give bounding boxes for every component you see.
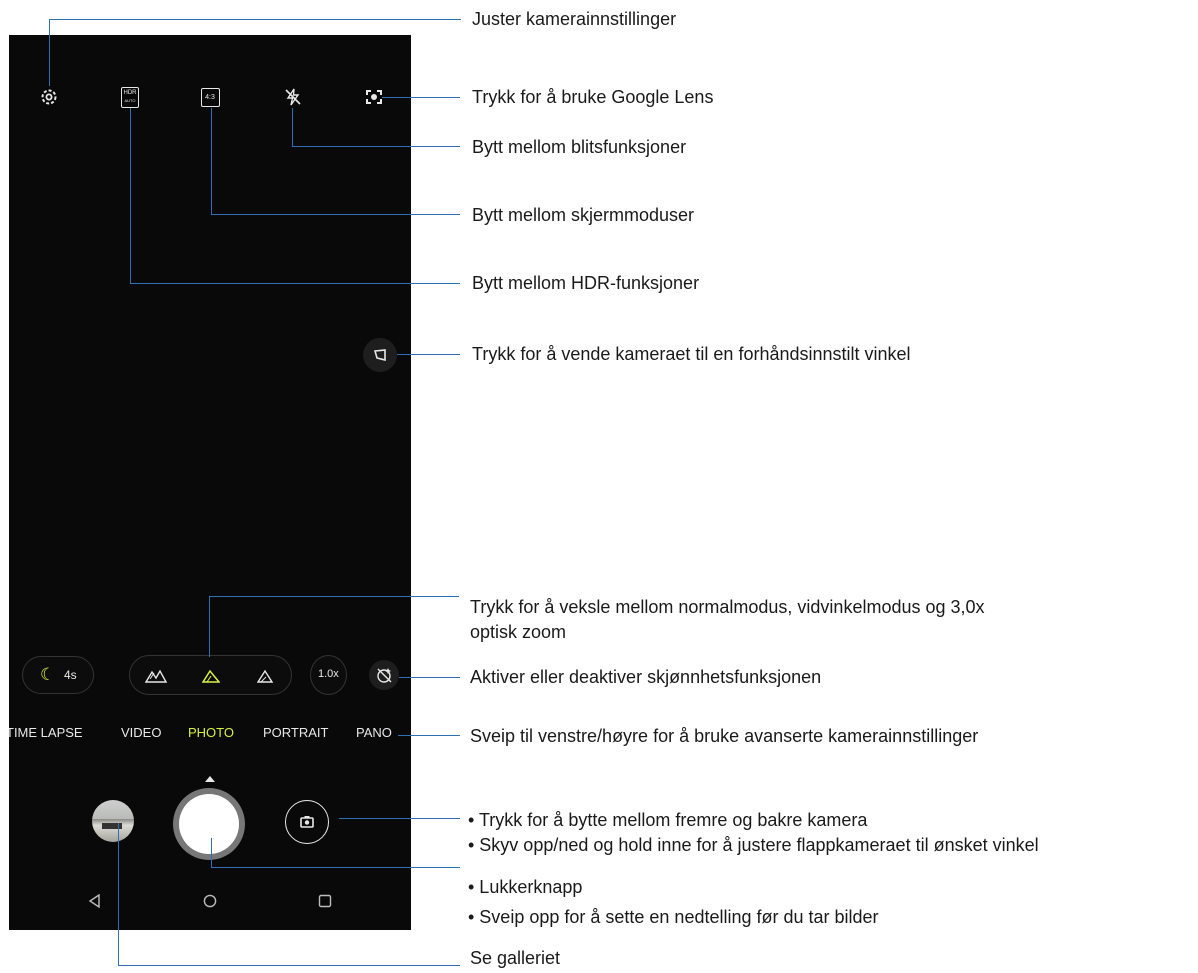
- flip-angle-button[interactable]: [363, 338, 397, 372]
- callout-line: [118, 965, 460, 966]
- ultrawide-icon[interactable]: [143, 666, 169, 686]
- shutter-button[interactable]: [173, 788, 245, 860]
- callout-line: [292, 108, 293, 147]
- flash-off-icon[interactable]: [281, 85, 305, 109]
- callout-line: [49, 19, 461, 20]
- moon-icon: ☾: [40, 665, 56, 684]
- flip-camera-icon: [373, 349, 386, 362]
- shutter-inner: [179, 794, 239, 854]
- callout-line: [292, 146, 460, 147]
- annotation-shutter-2: • Sveip opp for å sette en nedtelling fø…: [468, 907, 879, 927]
- callout-line: [211, 214, 460, 215]
- callout-line: [130, 108, 131, 283]
- mode-video[interactable]: VIDEO: [121, 725, 161, 740]
- recents-icon[interactable]: [315, 891, 335, 911]
- thumbnail-object-shape: [102, 823, 122, 829]
- annotation-flash: Bytt mellom blitsfunksjoner: [472, 137, 687, 157]
- callout-line: [211, 108, 212, 214]
- caret-up-icon[interactable]: [205, 776, 215, 782]
- mode-pano[interactable]: PANO: [356, 725, 392, 740]
- beauty-toggle-button[interactable]: [369, 660, 399, 690]
- aspect-ratio-icon[interactable]: 4:3: [198, 85, 222, 109]
- annotation-gallery: Se galleriet: [470, 948, 561, 968]
- home-icon[interactable]: [200, 891, 220, 911]
- annotation-google-lens: Trykk for å bruke Google Lens: [472, 87, 714, 107]
- camera-viewfinder: HDR AUTO 4:3 ☾ 4s 1.0x TIME LAPSE VIDEO …: [9, 35, 411, 930]
- switch-camera-icon: [300, 816, 314, 828]
- aspect-ratio-label: 4:3: [205, 93, 215, 101]
- hdr-auto-label: AUTO: [124, 98, 136, 103]
- lens-selector[interactable]: [129, 655, 292, 695]
- callout-line: [211, 867, 460, 868]
- back-icon[interactable]: [85, 891, 105, 911]
- callout-line: [209, 596, 210, 657]
- mode-time-lapse[interactable]: TIME LAPSE: [9, 725, 83, 740]
- gallery-thumbnail[interactable]: [92, 800, 134, 842]
- mode-photo[interactable]: PHOTO: [188, 725, 234, 740]
- gear-icon[interactable]: [37, 85, 61, 109]
- annotation-shutter-1: • Lukkerknapp: [468, 877, 583, 897]
- night-timer-label: 4s: [64, 668, 77, 682]
- zoom-label: 1.0x: [318, 668, 339, 680]
- zoom-button[interactable]: 1.0x: [310, 655, 347, 695]
- hdr-auto-icon[interactable]: HDR AUTO: [119, 85, 141, 109]
- callout-line: [209, 596, 459, 597]
- callout-line: [397, 354, 460, 355]
- annotation-screen-mode: Bytt mellom skjermmoduser: [472, 205, 695, 225]
- annotation-beauty: Aktiver eller deaktiver skjønnhetsfunksj…: [470, 667, 822, 687]
- callout-line: [398, 735, 460, 736]
- annotation-swipe-modes: Sveip til venstre/høyre for å bruke avan…: [470, 726, 979, 746]
- callout-line: [118, 823, 119, 966]
- annotation-switch-camera-2: • Skyv opp/ned og hold inne for å juster…: [468, 835, 1039, 855]
- annotation-switch-camera-1: • Trykk for å bytte mellom fremre og bak…: [468, 810, 868, 830]
- beauty-off-icon: [377, 668, 392, 683]
- telephoto-icon[interactable]: [253, 666, 277, 686]
- callout-line: [382, 97, 460, 98]
- mode-portrait[interactable]: PORTRAIT: [263, 725, 329, 740]
- annotation-settings: Juster kamerainnstillinger: [472, 9, 677, 29]
- hdr-label: HDR: [123, 90, 137, 96]
- annotation-hdr: Bytt mellom HDR-funksjoner: [472, 273, 700, 293]
- callout-line: [49, 19, 50, 86]
- callout-line: [399, 677, 460, 678]
- callout-line: [211, 838, 212, 868]
- night-mode-pill[interactable]: ☾ 4s: [22, 656, 94, 694]
- annotation-flip-angle: Trykk for å vende kameraet til en forhån…: [472, 344, 911, 364]
- annotation-zoom-line2: optisk zoom: [470, 622, 567, 642]
- callout-line: [130, 283, 460, 284]
- callout-line: [339, 818, 460, 819]
- annotation-zoom-line1: Trykk for å veksle mellom normalmodus, v…: [470, 597, 985, 617]
- switch-camera-button[interactable]: [285, 800, 329, 844]
- normal-lens-icon[interactable]: [199, 666, 223, 686]
